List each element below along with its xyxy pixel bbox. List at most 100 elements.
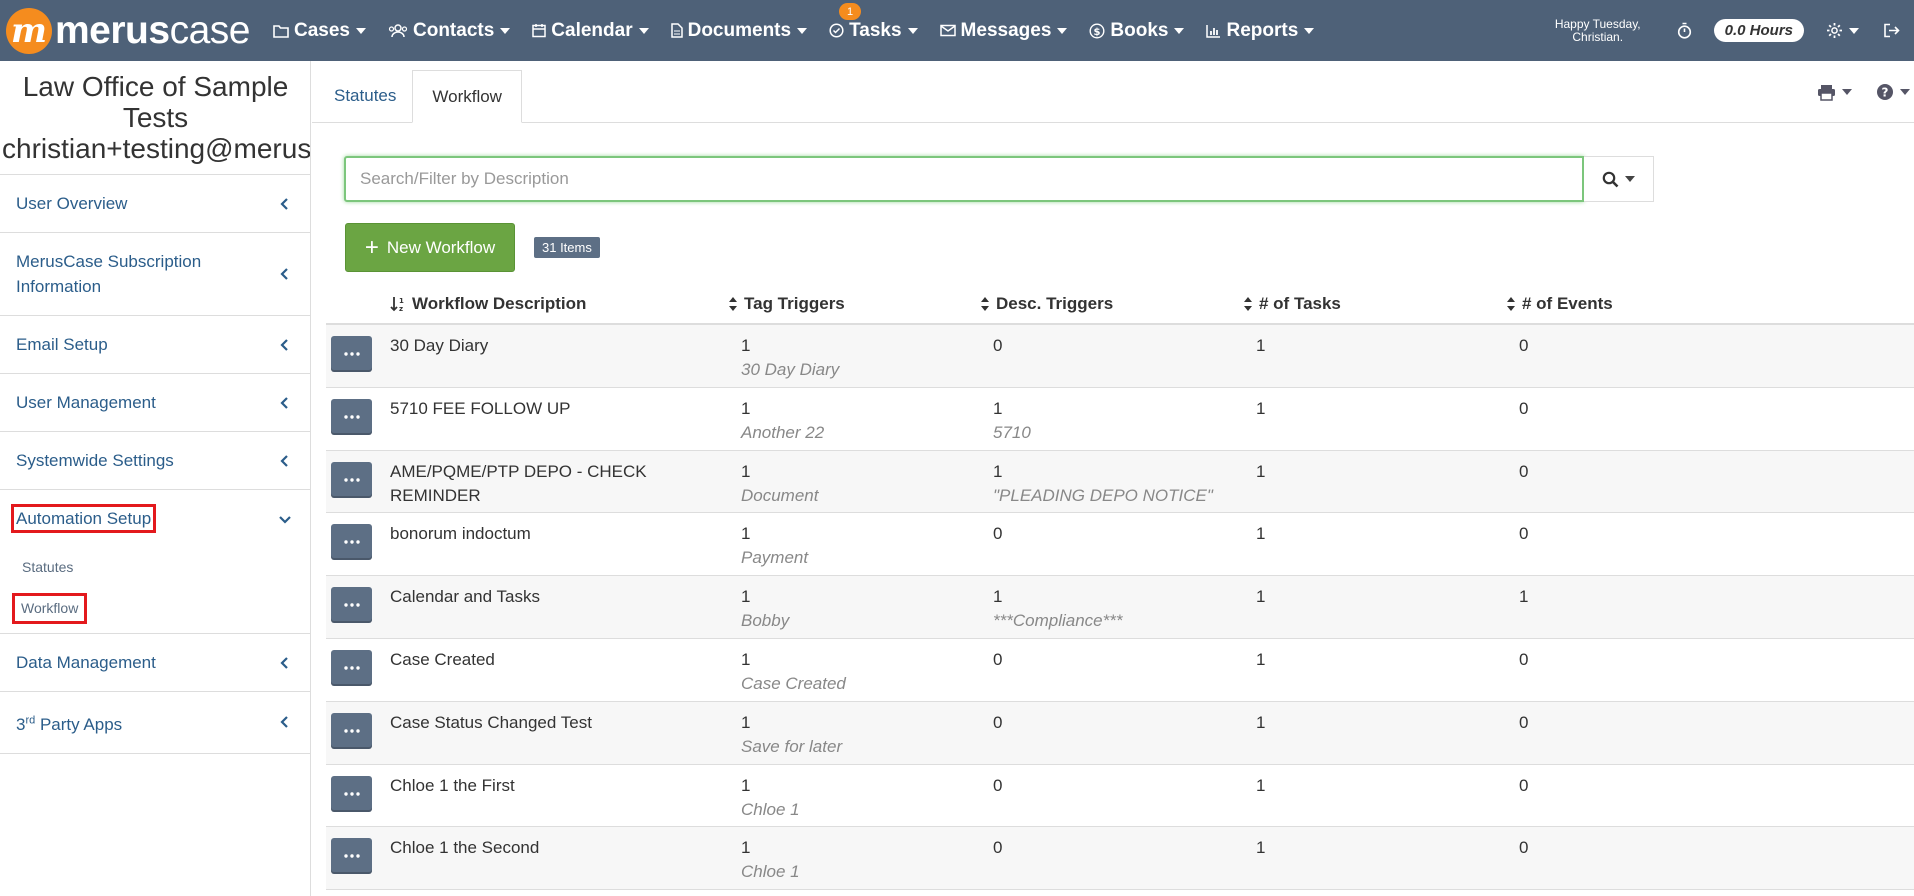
- row-actions-button[interactable]: [331, 336, 372, 372]
- nav-calendar[interactable]: Calendar: [521, 0, 659, 61]
- nav-reports[interactable]: Reports: [1195, 0, 1325, 61]
- bar-chart-icon: [1206, 24, 1221, 38]
- sidebar-item-automation-setup[interactable]: Automation Setup: [0, 490, 310, 547]
- workflow-description[interactable]: Chloe 1 the First: [390, 774, 710, 798]
- nav-books[interactable]: $ Books: [1078, 0, 1195, 61]
- chevron-down-icon: [279, 515, 291, 524]
- row-actions-button[interactable]: [331, 398, 372, 435]
- table-row: 30 Day Diary 1 30 Day Diary 0 1 0: [326, 325, 1914, 388]
- tasks-count: 1: [1256, 649, 1266, 669]
- hours-badge[interactable]: 0.0 Hours: [1713, 19, 1804, 42]
- row-actions-button[interactable]: [331, 461, 372, 498]
- sidebar-item-subscription[interactable]: MerusCase Subscription Information: [0, 233, 310, 316]
- desc-trigger-count: 0: [993, 336, 1003, 355]
- header-workflow-description[interactable]: 1z Workflow Description: [390, 283, 586, 325]
- nav-documents[interactable]: Documents: [660, 0, 818, 61]
- events-count: 0: [1519, 461, 1529, 481]
- settings-menu[interactable]: [1826, 22, 1859, 39]
- row-actions-button[interactable]: [331, 712, 372, 749]
- sidebar-item-data-management[interactable]: Data Management: [0, 634, 310, 692]
- row-actions-button[interactable]: [331, 524, 372, 561]
- sidebar-item-email-setup[interactable]: Email Setup: [0, 316, 310, 374]
- workflow-description[interactable]: 30 Day Diary: [390, 334, 710, 358]
- tag-trigger-count: 1: [741, 838, 751, 858]
- header-num-events[interactable]: # of Events: [1506, 283, 1613, 325]
- tab-statutes[interactable]: Statutes: [318, 70, 412, 122]
- sidebar-subitem-statutes[interactable]: Statutes: [22, 547, 288, 588]
- tag-trigger-name: Chloe 1: [741, 862, 800, 882]
- workflow-description[interactable]: Chloe 1 the Second: [390, 836, 710, 860]
- ellipsis-icon: [343, 540, 360, 545]
- table-row: Case Status Changed Test 1 Save for later 0…: [326, 701, 1914, 765]
- search-input[interactable]: [344, 156, 1584, 202]
- nav-cases[interactable]: Cases: [262, 0, 377, 61]
- sidebar-item-systemwide-settings[interactable]: Systemwide Settings: [0, 432, 310, 490]
- table-row: Chloe 1 the Second 1 Chloe 1 0 1 0: [326, 827, 1914, 891]
- chevron-down-icon: [356, 27, 366, 34]
- sort-alpha-icon: 1z: [390, 297, 404, 312]
- stopwatch-icon: [1677, 22, 1691, 39]
- search-icon: [1602, 171, 1619, 187]
- ellipsis-icon: [343, 854, 360, 859]
- events-count: 0: [1519, 712, 1529, 732]
- workflow-description[interactable]: Calendar and Tasks: [390, 585, 710, 609]
- desc-triggers-cell: 1 5710: [993, 397, 1253, 445]
- nav-contacts[interactable]: Contacts: [377, 0, 521, 61]
- tasks-count-badge: 1: [839, 3, 862, 20]
- automation-submenu: Statutes Workflow: [0, 547, 310, 633]
- chevron-left-icon: [280, 716, 288, 729]
- search-button[interactable]: [1584, 156, 1654, 202]
- header-tag-triggers[interactable]: Tag Triggers: [728, 283, 845, 325]
- print-menu[interactable]: [1817, 84, 1852, 101]
- tab-bar: Statutes Workflow ?: [312, 61, 1914, 123]
- plus-icon: +: [364, 233, 379, 261]
- workflow-description[interactable]: 5710 FEE FOLLOW UP: [390, 397, 710, 421]
- workflow-description[interactable]: bonorum indoctum: [390, 522, 710, 546]
- help-menu[interactable]: ?: [1876, 83, 1910, 101]
- table-row: Chloe 1 the First 1 Chloe 1 0 1 0: [326, 765, 1914, 828]
- tag-triggers-cell: 1 Payment: [741, 522, 981, 570]
- tag-trigger-count: 1: [741, 336, 751, 355]
- timer-button[interactable]: [1677, 22, 1692, 39]
- greeting: Happy Tuesday, Christian.: [1554, 16, 1641, 44]
- tag-trigger-count: 1: [741, 587, 751, 607]
- chevron-down-icon: [1625, 176, 1635, 182]
- tag-triggers-cell: 1 Document: [741, 460, 981, 508]
- tab-workflow[interactable]: Workflow: [412, 70, 522, 123]
- workflow-description[interactable]: Case Created: [390, 648, 710, 672]
- workflow-description[interactable]: AME/PQME/PTP DEPO - CHECK REMINDER: [390, 460, 710, 508]
- events-count: 0: [1519, 336, 1529, 355]
- workflow-table: 1z Workflow Description Tag Triggers Des…: [326, 283, 1914, 891]
- events-count: 0: [1519, 775, 1529, 795]
- row-actions-button[interactable]: [331, 587, 372, 624]
- main-content: Statutes Workflow ? + New Workflow 31 It…: [312, 61, 1914, 896]
- row-actions-button[interactable]: [331, 775, 372, 812]
- sign-out-icon: [1884, 23, 1900, 38]
- logout-button[interactable]: [1883, 23, 1900, 38]
- nav-messages[interactable]: Messages: [929, 0, 1079, 61]
- gear-icon: [1827, 23, 1842, 38]
- envelope-icon: [939, 24, 956, 37]
- sidebar-item-user-overview[interactable]: User Overview: [0, 175, 310, 233]
- meruscase-logo[interactable]: m meruscase: [0, 0, 262, 61]
- desc-triggers-cell: 0: [993, 836, 1253, 860]
- new-workflow-button[interactable]: + New Workflow: [345, 223, 515, 272]
- workflow-description[interactable]: Case Status Changed Test: [390, 711, 710, 735]
- sidebar-item-third-party-apps[interactable]: 3rd Party Apps: [0, 692, 310, 754]
- main-nav: Cases Contacts Calendar Documents 1 Task…: [262, 0, 1325, 61]
- sidebar-subitem-workflow[interactable]: Workflow: [11, 588, 288, 629]
- tag-trigger-name: Another 22: [741, 422, 825, 442]
- tag-trigger-name: Payment: [741, 548, 809, 568]
- header-desc-triggers[interactable]: Desc. Triggers: [980, 283, 1113, 325]
- tag-trigger-name: 30 Day Diary: [741, 360, 840, 379]
- row-actions-button[interactable]: [331, 649, 372, 686]
- header-num-tasks[interactable]: # of Tasks: [1243, 283, 1341, 325]
- tab-tools: ?: [1817, 61, 1914, 123]
- nav-tasks[interactable]: 1 Tasks: [818, 0, 928, 61]
- sidebar-item-user-management[interactable]: User Management: [0, 374, 310, 432]
- tag-trigger-count: 1: [741, 649, 751, 669]
- row-actions-button[interactable]: [331, 838, 372, 875]
- chevron-down-icon: [1842, 89, 1852, 95]
- tag-triggers-cell: 1 Save for later: [741, 711, 981, 759]
- desc-trigger-count: 0: [993, 649, 1003, 669]
